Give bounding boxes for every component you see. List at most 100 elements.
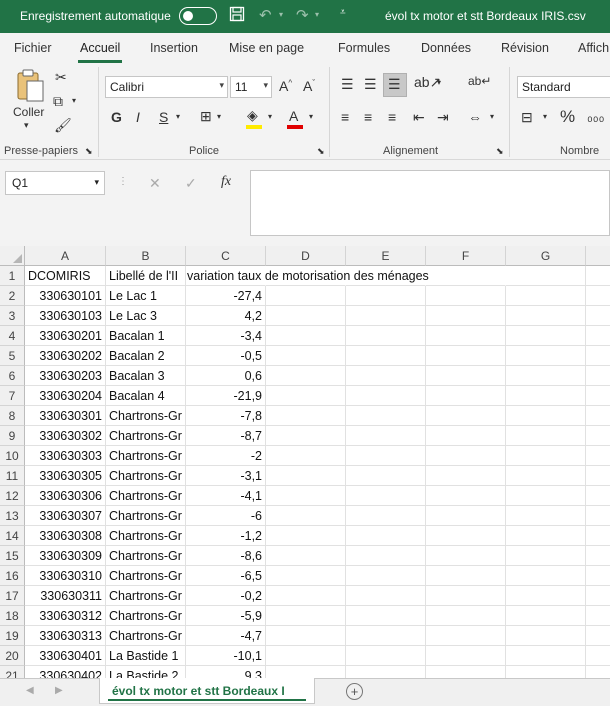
- tab-insertion[interactable]: Insertion: [150, 41, 198, 55]
- underline-dropdown-icon[interactable]: ▾: [176, 113, 180, 121]
- cell-empty[interactable]: [346, 526, 426, 546]
- cell-a[interactable]: 330630311: [25, 586, 106, 606]
- cut-icon[interactable]: ✂: [55, 70, 67, 84]
- cell-empty[interactable]: [266, 546, 346, 566]
- cell-c[interactable]: -4,1: [186, 486, 266, 506]
- name-box[interactable]: Q1 ▾: [5, 171, 105, 195]
- redo-icon[interactable]: ↷: [296, 6, 309, 24]
- cell-empty[interactable]: [266, 526, 346, 546]
- redo-dropdown-icon[interactable]: ▾: [315, 10, 319, 19]
- cell-empty[interactable]: [506, 446, 586, 466]
- cell-empty[interactable]: [506, 466, 586, 486]
- cell-b[interactable]: Bacalan 1: [106, 326, 186, 346]
- row-header[interactable]: 4: [0, 326, 25, 346]
- cell-b[interactable]: Chartrons-Gr: [106, 606, 186, 626]
- cell-b[interactable]: Chartrons-Gr: [106, 486, 186, 506]
- row-header[interactable]: 19: [0, 626, 25, 646]
- column-header-h[interactable]: [586, 246, 610, 266]
- cell-a[interactable]: 330630201: [25, 326, 106, 346]
- borders-dropdown-icon[interactable]: ▾: [217, 113, 221, 121]
- customize-toolbar-icon[interactable]: ⩡: [340, 7, 346, 18]
- column-header-e[interactable]: E: [346, 246, 426, 266]
- row-header[interactable]: 2: [0, 286, 25, 306]
- cell-empty[interactable]: [426, 286, 506, 306]
- cell-empty[interactable]: [346, 386, 426, 406]
- cell-empty[interactable]: [266, 446, 346, 466]
- select-all-button[interactable]: [0, 246, 25, 266]
- cell-empty[interactable]: [266, 346, 346, 366]
- cell-empty[interactable]: [426, 626, 506, 646]
- cell-empty[interactable]: [506, 546, 586, 566]
- cell-empty[interactable]: [266, 466, 346, 486]
- underline-button[interactable]: S: [159, 110, 168, 124]
- cell-empty[interactable]: [586, 506, 610, 526]
- cell-empty[interactable]: [346, 346, 426, 366]
- cell-a[interactable]: 330630310: [25, 566, 106, 586]
- cell-b[interactable]: Bacalan 3: [106, 366, 186, 386]
- cell-c[interactable]: -0,5: [186, 346, 266, 366]
- cell-empty[interactable]: [426, 386, 506, 406]
- sheet-tab[interactable]: évol tx motor et stt Bordeaux I: [99, 678, 315, 704]
- cell-empty[interactable]: [346, 326, 426, 346]
- paste-icon[interactable]: [15, 69, 45, 105]
- cell-c[interactable]: -3,4: [186, 326, 266, 346]
- cell-empty[interactable]: [266, 586, 346, 606]
- paste-label[interactable]: Coller: [13, 105, 44, 119]
- cell-empty[interactable]: [586, 586, 610, 606]
- font-name-select[interactable]: Calibri ▾: [105, 76, 228, 98]
- column-header-a[interactable]: A: [25, 246, 106, 266]
- cell-c[interactable]: -6: [186, 506, 266, 526]
- increase-indent-icon[interactable]: ⇥: [437, 110, 449, 124]
- decrease-indent-icon[interactable]: ⇤: [413, 110, 425, 124]
- cell-empty[interactable]: [426, 446, 506, 466]
- cell-empty[interactable]: [346, 486, 426, 506]
- tab-accueil[interactable]: Accueil: [77, 41, 123, 63]
- formula-input[interactable]: [250, 170, 610, 236]
- clipboard-launcher-icon[interactable]: ⬊: [85, 147, 93, 156]
- cell-empty[interactable]: [266, 486, 346, 506]
- save-icon[interactable]: [229, 6, 245, 26]
- grow-font-icon[interactable]: A^: [279, 79, 292, 93]
- row-header[interactable]: 3: [0, 306, 25, 326]
- cell-a[interactable]: 330630103: [25, 306, 106, 326]
- font-launcher-icon[interactable]: ⬊: [317, 147, 325, 156]
- row-header[interactable]: 14: [0, 526, 25, 546]
- accounting-dropdown-icon[interactable]: ▾: [543, 113, 547, 121]
- add-sheet-icon[interactable]: +: [346, 683, 363, 700]
- cell-empty[interactable]: [506, 626, 586, 646]
- cell-b[interactable]: Chartrons-Gr: [106, 546, 186, 566]
- cell-empty[interactable]: [586, 386, 610, 406]
- cell-empty[interactable]: [586, 646, 610, 666]
- number-format-select[interactable]: Standard: [517, 76, 610, 98]
- cell-empty[interactable]: [346, 466, 426, 486]
- tab-donnees[interactable]: Données: [421, 41, 471, 55]
- column-header-b[interactable]: B: [106, 246, 186, 266]
- cell-b[interactable]: Chartrons-Gr: [106, 626, 186, 646]
- cell-empty[interactable]: [586, 406, 610, 426]
- cell-c[interactable]: -21,9: [186, 386, 266, 406]
- cell-b[interactable]: Chartrons-Gr: [106, 426, 186, 446]
- cell-empty[interactable]: [426, 546, 506, 566]
- cell-empty[interactable]: [346, 646, 426, 666]
- cell-b[interactable]: Chartrons-Gr: [106, 566, 186, 586]
- row-header[interactable]: 5: [0, 346, 25, 366]
- cell-empty[interactable]: [506, 266, 586, 286]
- cell-empty[interactable]: [426, 306, 506, 326]
- row-header[interactable]: 20: [0, 646, 25, 666]
- cell-empty[interactable]: [506, 646, 586, 666]
- cell-empty[interactable]: [346, 586, 426, 606]
- cell-empty[interactable]: [586, 346, 610, 366]
- cell-empty[interactable]: [266, 386, 346, 406]
- cell-c[interactable]: -8,7: [186, 426, 266, 446]
- cell-b[interactable]: Chartrons-Gr: [106, 526, 186, 546]
- cell-empty[interactable]: [506, 326, 586, 346]
- cell-empty[interactable]: [426, 326, 506, 346]
- cell-b[interactable]: Bacalan 2: [106, 346, 186, 366]
- cell-empty[interactable]: [426, 586, 506, 606]
- cell-empty[interactable]: [506, 506, 586, 526]
- tab-affichage[interactable]: Affich: [578, 41, 609, 55]
- tab-fichier[interactable]: Fichier: [14, 41, 52, 55]
- cell-empty[interactable]: [506, 346, 586, 366]
- tab-formules[interactable]: Formules: [338, 41, 390, 55]
- cell-c[interactable]: variation taux de motorisation des ménag…: [186, 266, 429, 286]
